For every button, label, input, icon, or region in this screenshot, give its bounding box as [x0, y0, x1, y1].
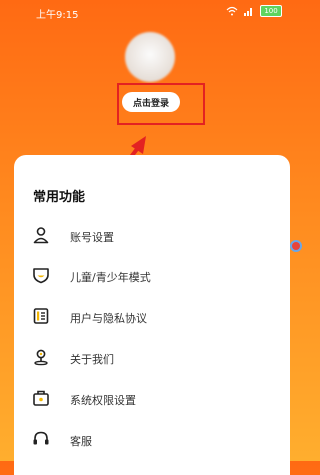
menu-item-account-settings[interactable]: 账号设置: [14, 216, 290, 256]
menu-item-customer-service[interactable]: 客服: [14, 420, 290, 460]
document-icon: [33, 308, 49, 324]
menu-label: 儿童/青少年模式: [70, 271, 151, 284]
menu-item-about-us[interactable]: 关于我们: [14, 338, 290, 378]
menu-label: 账号设置: [70, 231, 114, 244]
person-icon: [33, 227, 49, 244]
section-title: 常用功能: [33, 190, 86, 205]
menu-item-privacy-agreement[interactable]: 用户与隐私协议: [14, 297, 290, 337]
briefcase-lock-icon: [33, 390, 49, 406]
shield-icon: [33, 268, 49, 284]
menu-item-system-permissions[interactable]: 系统权限设置: [14, 379, 290, 419]
location-pin-icon: [34, 349, 48, 366]
headset-icon: [33, 431, 49, 445]
menu-item-teen-mode[interactable]: 儿童/青少年模式: [14, 256, 290, 296]
floating-dot[interactable]: [292, 242, 300, 250]
menu-label: 关于我们: [70, 353, 114, 366]
menu-label: 客服: [70, 435, 92, 448]
menu-label: 系统权限设置: [70, 394, 136, 407]
menu-label: 用户与隐私协议: [70, 312, 147, 325]
